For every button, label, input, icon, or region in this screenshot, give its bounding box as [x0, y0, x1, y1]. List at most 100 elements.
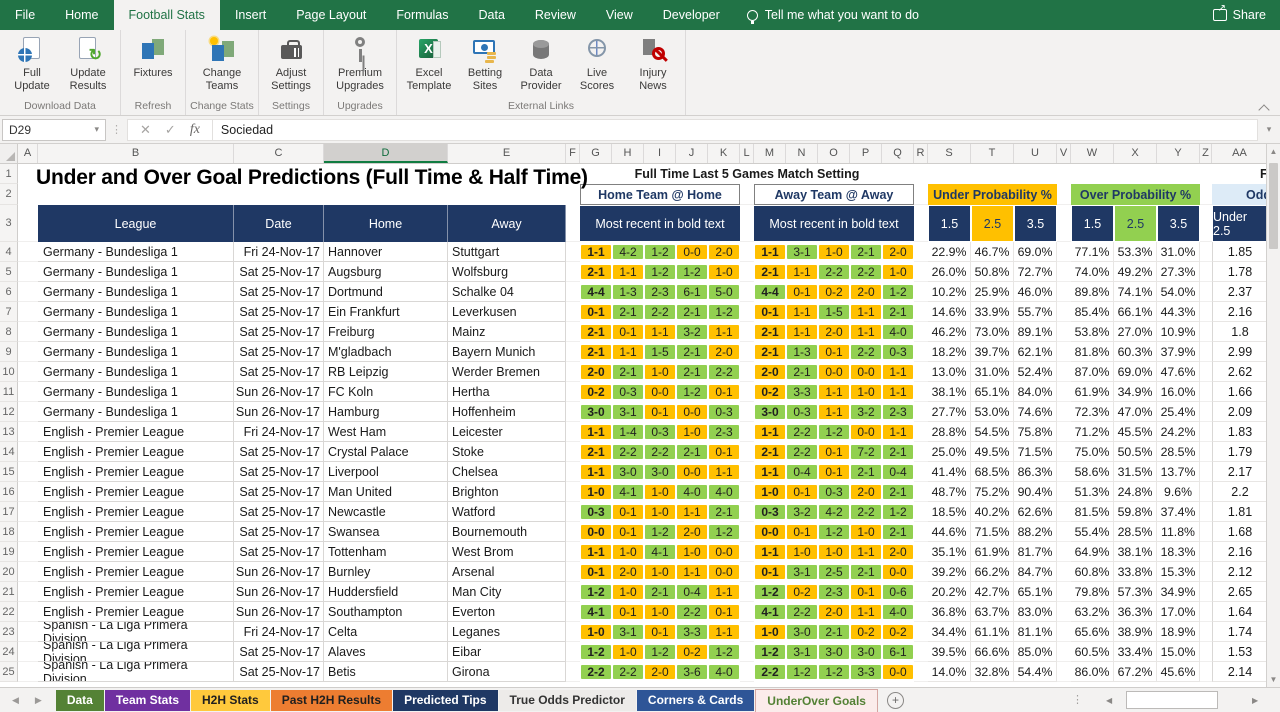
cell-over-probability[interactable]: 89.8% [1071, 282, 1114, 302]
spacer-cell[interactable] [914, 342, 928, 362]
cell-under-probability[interactable]: 68.5% [971, 462, 1014, 482]
cell-under25-odds[interactable]: 2.14 [1212, 662, 1268, 682]
cell-under-probability[interactable]: 86.3% [1014, 462, 1057, 482]
cell-under-probability[interactable]: 69.0% [1014, 242, 1057, 262]
cell-away-team[interactable]: Bournemouth [448, 522, 566, 542]
cell-under25-odds[interactable]: 1.83 [1212, 422, 1268, 442]
form-cell-home[interactable]: 4-1 [612, 482, 644, 502]
spacer-cell[interactable] [740, 602, 754, 622]
cell-under-probability[interactable]: 10.2% [928, 282, 971, 302]
form-cell-home[interactable]: 1-2 [708, 522, 740, 542]
form-cell-away[interactable]: 2-3 [818, 582, 850, 602]
form-cell-away[interactable]: 1-1 [818, 402, 850, 422]
form-cell-away[interactable]: 2-1 [754, 322, 786, 342]
spacer-cell[interactable] [1057, 342, 1071, 362]
form-cell-away[interactable]: 0-1 [786, 482, 818, 502]
premium-upgrades-button[interactable]: Premium Upgrades [328, 34, 392, 92]
form-cell-away[interactable]: 1-1 [754, 462, 786, 482]
cell-league[interactable]: English - Premier League [38, 582, 234, 602]
form-cell-home[interactable]: 3-3 [676, 622, 708, 642]
cell-over-probability[interactable]: 11.8% [1157, 522, 1200, 542]
spacer-cell[interactable] [566, 542, 580, 562]
form-cell-home[interactable]: 1-0 [676, 422, 708, 442]
form-cell-home[interactable]: 4-1 [580, 602, 612, 622]
cell-over-probability[interactable]: 64.9% [1071, 542, 1114, 562]
form-cell-away[interactable]: 1-0 [754, 622, 786, 642]
scroll-up-icon[interactable]: ▲ [1267, 144, 1280, 159]
form-cell-home[interactable]: 1-1 [580, 462, 612, 482]
spacer-cell[interactable] [1200, 382, 1212, 402]
cell-over-probability[interactable]: 53.3% [1114, 242, 1157, 262]
row-number[interactable]: 7 [0, 302, 18, 322]
cell-over-probability[interactable]: 60.3% [1114, 342, 1157, 362]
sheet-nav-right-icon[interactable]: ▶ [35, 695, 42, 706]
form-cell-home[interactable]: 2-3 [708, 422, 740, 442]
cell-under-probability[interactable]: 81.7% [1014, 542, 1057, 562]
spacer-cell[interactable] [18, 442, 38, 462]
form-cell-home[interactable]: 2-0 [644, 662, 676, 682]
row-number[interactable]: 9 [0, 342, 18, 362]
collapse-ribbon-icon[interactable] [1260, 103, 1268, 111]
spacer-cell[interactable] [740, 542, 754, 562]
cell-under-probability[interactable]: 74.6% [1014, 402, 1057, 422]
form-cell-away[interactable]: 1-1 [818, 382, 850, 402]
form-cell-away[interactable]: 0-2 [882, 622, 914, 642]
form-cell-home[interactable]: 2-1 [612, 362, 644, 382]
cell-over-probability[interactable]: 24.2% [1157, 422, 1200, 442]
spacer-cell[interactable] [18, 302, 38, 322]
spacer-cell[interactable] [740, 322, 754, 342]
spacer-cell[interactable] [740, 462, 754, 482]
form-cell-home[interactable]: 1-1 [708, 622, 740, 642]
form-cell-away[interactable]: 0-1 [818, 462, 850, 482]
cell-under-probability[interactable]: 14.0% [928, 662, 971, 682]
form-cell-home[interactable]: 2-1 [708, 502, 740, 522]
spacer-cell[interactable] [18, 482, 38, 502]
cell-over-probability[interactable]: 69.0% [1114, 362, 1157, 382]
cell-over-probability[interactable]: 13.7% [1157, 462, 1200, 482]
form-cell-home[interactable]: 3-0 [580, 402, 612, 422]
spacer-cell[interactable] [1057, 462, 1071, 482]
form-cell-away[interactable]: 2-1 [754, 342, 786, 362]
cell-under25-odds[interactable]: 1.81 [1212, 502, 1268, 522]
sheet-tab-corners-cards[interactable]: Corners & Cards [637, 690, 754, 711]
form-cell-home[interactable]: 2-0 [612, 562, 644, 582]
form-cell-home[interactable]: 1-1 [708, 462, 740, 482]
form-cell-away[interactable]: 1-0 [882, 262, 914, 282]
column-header-Z[interactable]: Z [1200, 144, 1212, 163]
row-number[interactable]: 14 [0, 442, 18, 462]
cell-under-probability[interactable]: 31.0% [971, 362, 1014, 382]
form-cell-away[interactable]: 0-2 [754, 382, 786, 402]
cell-over-probability[interactable]: 65.6% [1071, 622, 1114, 642]
form-cell-home[interactable]: 4-1 [644, 542, 676, 562]
cell-home-team[interactable]: RB Leipzig [324, 362, 448, 382]
form-cell-away[interactable]: 0-2 [850, 622, 882, 642]
cell-over-probability[interactable]: 54.0% [1157, 282, 1200, 302]
form-cell-away[interactable]: 1-1 [786, 302, 818, 322]
spacer-cell[interactable] [566, 342, 580, 362]
form-cell-home[interactable]: 2-3 [644, 282, 676, 302]
spacer-cell[interactable] [914, 562, 928, 582]
column-header-X[interactable]: X [1114, 144, 1157, 163]
cell-under-probability[interactable]: 14.6% [928, 302, 971, 322]
form-cell-home[interactable]: 0-1 [644, 622, 676, 642]
form-cell-home[interactable]: 0-1 [708, 602, 740, 622]
form-cell-away[interactable]: 1-0 [850, 522, 882, 542]
cell-over-probability[interactable]: 18.3% [1157, 542, 1200, 562]
data-provider-button[interactable]: Data Provider [513, 34, 569, 92]
cell-under25-odds[interactable]: 1.79 [1212, 442, 1268, 462]
cell-away-team[interactable]: West Brom [448, 542, 566, 562]
cell-away-team[interactable]: Leicester [448, 422, 566, 442]
form-cell-home[interactable]: 1-0 [580, 622, 612, 642]
cell-over-probability[interactable]: 87.0% [1071, 362, 1114, 382]
spacer-cell[interactable] [1057, 402, 1071, 422]
form-cell-home[interactable]: 1-1 [580, 242, 612, 262]
spacer-cell[interactable] [740, 522, 754, 542]
cell-over-probability[interactable]: 81.5% [1071, 502, 1114, 522]
name-box[interactable]: D29 ▾ [2, 119, 106, 141]
form-cell-home[interactable]: 0-0 [580, 522, 612, 542]
row-number[interactable]: 21 [0, 582, 18, 602]
form-cell-away[interactable]: 7-2 [850, 442, 882, 462]
spacer-cell[interactable] [1200, 622, 1212, 642]
spacer-cell[interactable] [566, 422, 580, 442]
spacer-cell[interactable] [566, 382, 580, 402]
